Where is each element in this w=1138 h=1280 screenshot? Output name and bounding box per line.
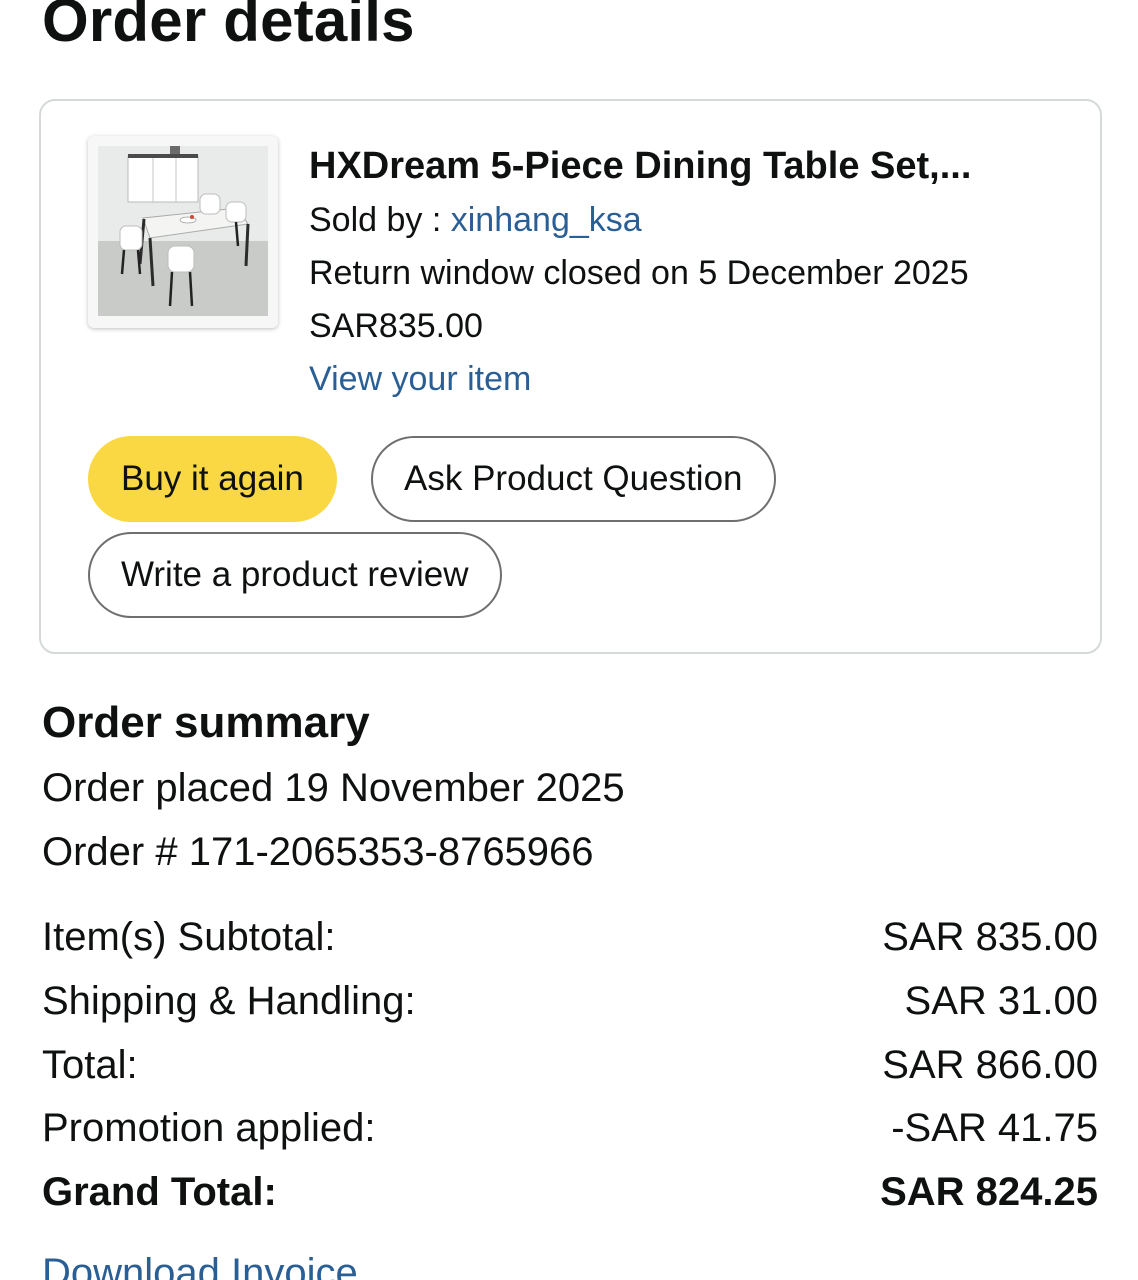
sold-by-line: Sold by : xinhang_ksa — [309, 194, 1069, 247]
order-summary-title: Order summary — [42, 698, 370, 747]
subtotal-label: Item(s) Subtotal: — [42, 915, 336, 959]
order-details-page: Order details HXDream 5-Piece Dining Tab… — [0, 0, 1138, 1280]
promotion-label: Promotion applied: — [42, 1106, 376, 1150]
order-placed-date: Order placed 19 November 2025 — [42, 766, 625, 810]
shipping-value: SAR 31.00 — [904, 979, 1098, 1023]
buy-again-button[interactable]: Buy it again — [88, 436, 337, 522]
item-title[interactable]: HXDream 5-Piece Dining Table Set,... — [309, 138, 1054, 194]
grand-total-row: Grand Total: SAR 824.25 — [42, 1164, 1098, 1220]
shipping-row: Shipping & Handling: SAR 31.00 — [42, 973, 1098, 1029]
total-label: Total: — [42, 1043, 138, 1087]
return-window-status: Return window closed on 5 December 2025 — [309, 254, 969, 292]
grand-total-label: Grand Total: — [42, 1170, 277, 1214]
total-value: SAR 866.00 — [882, 1043, 1098, 1087]
view-item-link[interactable]: View your item — [309, 353, 1069, 406]
sold-by-label: Sold by : — [309, 201, 451, 239]
total-row: Total: SAR 866.00 — [42, 1037, 1098, 1093]
promotion-value: -SAR 41.75 — [891, 1106, 1098, 1150]
seller-link[interactable]: xinhang_ksa — [451, 201, 642, 239]
item-info: HXDream 5-Piece Dining Table Set,... Sol… — [309, 138, 1069, 406]
order-number: Order # 171-2065353-8765966 — [42, 830, 594, 874]
shipping-label: Shipping & Handling: — [42, 979, 416, 1023]
download-invoice-link[interactable]: Download Invoice — [42, 1245, 358, 1280]
write-review-button[interactable]: Write a product review — [88, 532, 502, 618]
ask-product-question-button[interactable]: Ask Product Question — [371, 436, 776, 522]
promotion-row: Promotion applied: -SAR 41.75 — [42, 1100, 1098, 1156]
page-title: Order details — [42, 0, 415, 54]
order-item-card: HXDream 5-Piece Dining Table Set,... Sol… — [39, 99, 1102, 654]
subtotal-row: Item(s) Subtotal: SAR 835.00 — [42, 909, 1098, 965]
product-image[interactable] — [88, 136, 278, 328]
subtotal-value: SAR 835.00 — [882, 915, 1098, 959]
dining-table-set-photo — [98, 146, 268, 316]
item-price: SAR835.00 — [309, 307, 483, 345]
grand-total-value: SAR 824.25 — [880, 1170, 1098, 1214]
